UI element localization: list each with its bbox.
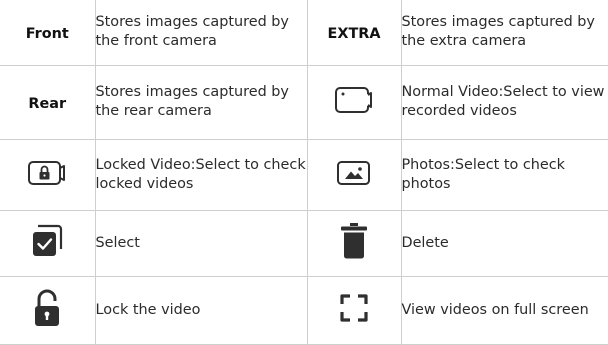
front-label-cell: Front (0, 0, 96, 66)
delete-description: Delete (400, 209, 608, 277)
lock-description: Lock the video (94, 275, 308, 345)
photos-icon (336, 159, 372, 187)
photos-description: Photos:Select to check photos (400, 138, 608, 211)
unlock-icon (32, 288, 62, 328)
front-description: Stores images captured by the front came… (94, 0, 308, 66)
rear-description: Stores images captured by the rear camer… (94, 64, 308, 140)
select-checkbox-icon (30, 223, 64, 259)
delete-icon-cell (306, 209, 402, 277)
extra-label-cell: EXTRA (306, 0, 402, 66)
photos-icon-cell (306, 138, 402, 211)
front-label: Front (25, 25, 69, 42)
extra-description: Stores images captured by the extra came… (400, 0, 608, 66)
table-row: Locked Video:Select to check locked vide… (0, 138, 608, 211)
locked-video-icon (27, 159, 67, 187)
select-description: Select (94, 209, 308, 277)
rear-label: Rear (28, 95, 67, 112)
fullscreen-description: View videos on full screen (400, 275, 608, 345)
lock-icon-cell (0, 275, 96, 345)
normal-video-description: Normal Video:Select to view recorded vid… (400, 64, 608, 140)
table-row: Lock the video View videos on full scree… (0, 275, 608, 345)
normal-video-icon-cell (306, 64, 402, 140)
fullscreen-icon (339, 293, 369, 323)
icon-legend-table: Front Stores images captured by the fron… (0, 0, 608, 345)
fullscreen-icon-cell (306, 275, 402, 345)
extra-label: EXTRA (327, 25, 381, 42)
normal-video-icon (334, 85, 374, 115)
trash-icon (339, 222, 369, 260)
locked-video-icon-cell (0, 138, 96, 211)
table-row: Rear Stores images captured by the rear … (0, 64, 608, 140)
rear-label-cell: Rear (0, 64, 96, 140)
select-icon-cell (0, 209, 96, 277)
table-row: Front Stores images captured by the fron… (0, 0, 608, 66)
locked-video-description: Locked Video:Select to check locked vide… (94, 138, 308, 211)
table-row: Select Delete (0, 209, 608, 277)
